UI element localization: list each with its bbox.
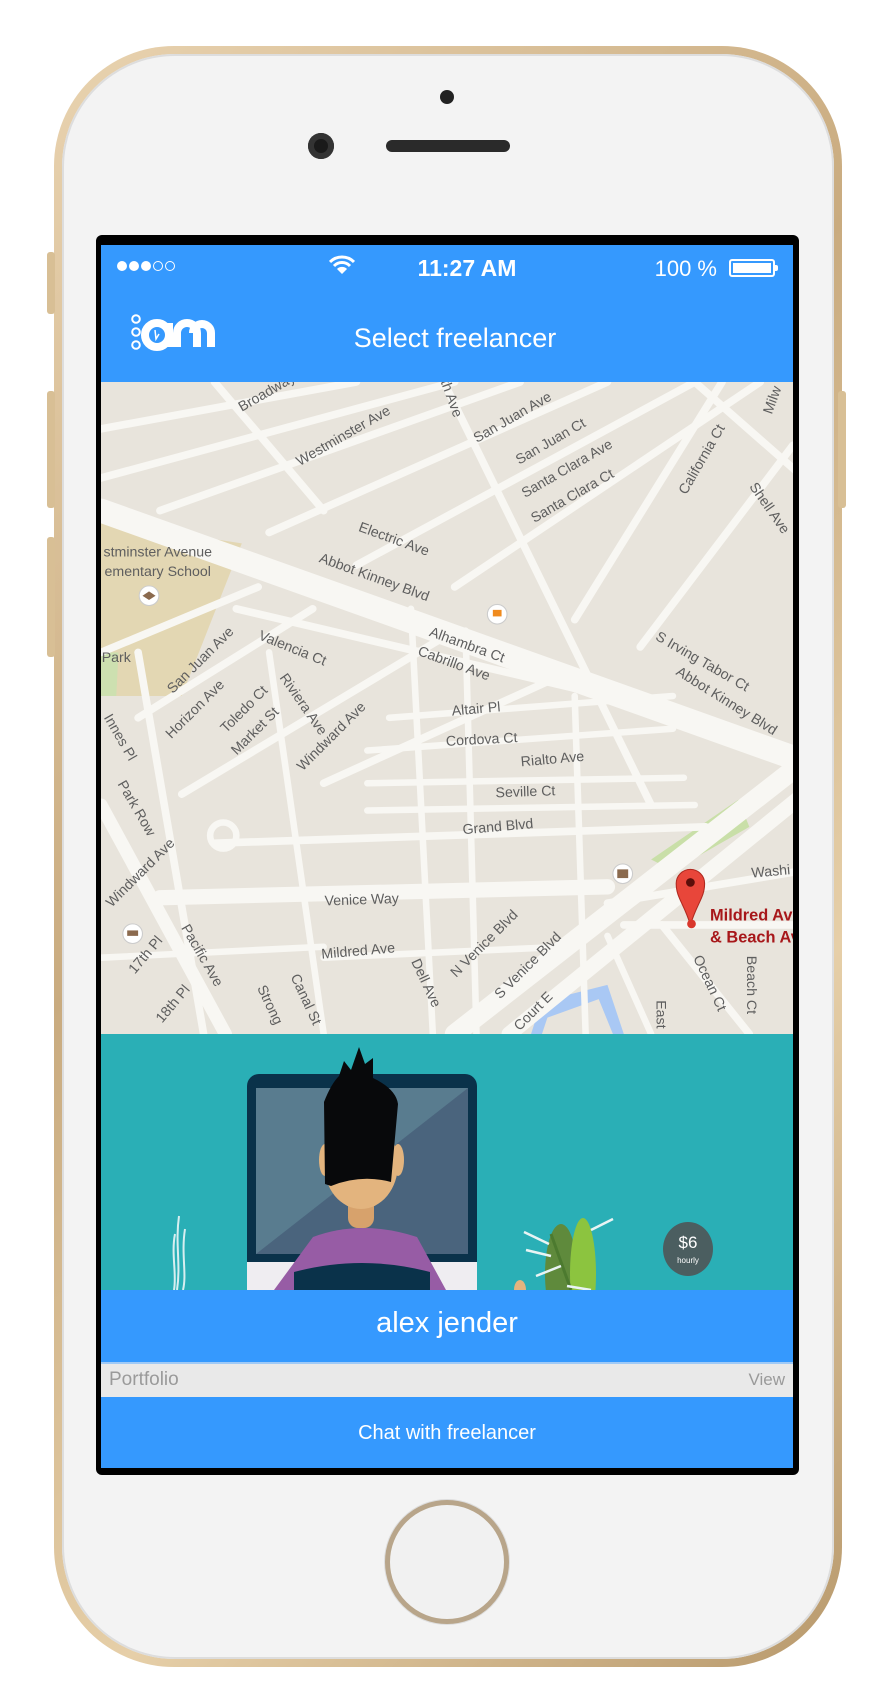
map-street-label: Venice Way bbox=[324, 891, 400, 910]
map-street-label: stminster Avenue bbox=[104, 544, 213, 560]
map-street-label: Park bbox=[102, 650, 132, 666]
cafe-icon bbox=[486, 603, 508, 625]
library-icon bbox=[612, 863, 634, 885]
portfolio-label: Portfolio bbox=[109, 1369, 179, 1390]
chat-with-freelancer-button[interactable]: Chat with freelancer bbox=[101, 1397, 793, 1468]
volume-up-button bbox=[47, 391, 55, 508]
earpiece-speaker bbox=[386, 140, 510, 152]
view-portfolio-link[interactable]: View bbox=[748, 1370, 785, 1390]
rate-unit: hourly bbox=[677, 1256, 699, 1265]
freelancer-avatar-illustration: $6 hourly bbox=[172, 1047, 713, 1330]
freelancer-name: alex jender bbox=[101, 1290, 793, 1362]
school-icon bbox=[138, 585, 160, 607]
map-street-label: Washi bbox=[751, 862, 791, 881]
battery-percentage: 100 % bbox=[654, 256, 717, 281]
power-button bbox=[838, 391, 846, 508]
cactus bbox=[514, 1217, 614, 1330]
plant-lines bbox=[172, 1215, 186, 1291]
volume-down-button bbox=[47, 537, 55, 657]
home-button[interactable] bbox=[385, 1500, 509, 1624]
map-street-label: Seville Ct bbox=[495, 783, 555, 801]
street-map[interactable]: BroadwayWestminster Ave San Juan AveSan J… bbox=[101, 382, 793, 1034]
app-screen: 11:27 AM 100 % Select freelancer Broadwa… bbox=[101, 245, 793, 1468]
page-title: Select freelancer bbox=[353, 323, 557, 353]
status-bar: 11:27 AM 100 % bbox=[101, 245, 793, 293]
marker-label-line1: Mildred Ave bbox=[710, 907, 793, 925]
battery-icon bbox=[729, 259, 778, 277]
rate-value: $6 bbox=[679, 1233, 698, 1252]
map-view[interactable]: Broadway Westminster Ave San Juan Ave San J… bbox=[101, 382, 793, 1034]
map-street-label: East bbox=[653, 1000, 669, 1028]
mute-switch bbox=[47, 252, 55, 314]
navigation-bar: Select freelancer bbox=[101, 293, 793, 382]
marker-label-line2: & Beach Ave bbox=[710, 928, 793, 946]
portfolio-row[interactable]: Portfolio View bbox=[101, 1362, 793, 1397]
freelancer-cover-illustration: $6 hourly bbox=[101, 1034, 793, 1330]
front-camera bbox=[308, 133, 334, 159]
map-street-label: Beach Ct bbox=[743, 956, 759, 1014]
map-street-label: ementary School bbox=[105, 564, 211, 580]
hair bbox=[324, 1047, 398, 1186]
hotel-icon bbox=[122, 923, 144, 945]
proximity-sensor bbox=[440, 90, 454, 104]
